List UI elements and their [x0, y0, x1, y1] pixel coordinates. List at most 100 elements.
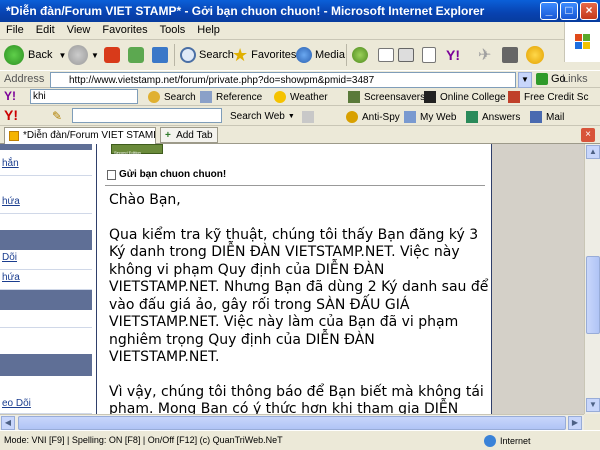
- back-dropdown-icon[interactable]: ▼: [58, 51, 66, 60]
- close-tab-icon[interactable]: ×: [581, 128, 595, 142]
- chevron-down-icon: ▼: [287, 113, 295, 120]
- envelope-icon: [530, 111, 542, 123]
- myweb-button[interactable]: My Web: [404, 111, 457, 123]
- back-arrow-icon: [4, 45, 24, 65]
- forward-dropdown-icon[interactable]: ▼: [91, 51, 99, 60]
- links-button[interactable]: Links: [562, 73, 588, 85]
- yahoo-button[interactable]: Y!: [446, 43, 460, 67]
- address-input[interactable]: [50, 72, 516, 88]
- favorites-button[interactable]: ★ Favorites: [232, 43, 296, 67]
- nav-item-5[interactable]: eo Dõi: [0, 396, 92, 414]
- scroll-right-icon[interactable]: ▶: [568, 416, 582, 430]
- right-margin-panel: [492, 144, 584, 414]
- highlight-button[interactable]: [302, 111, 318, 123]
- mail-icon: [378, 48, 394, 62]
- minimize-button[interactable]: _: [540, 2, 558, 20]
- answers-button[interactable]: Answers: [466, 111, 520, 123]
- menu-edit[interactable]: Edit: [30, 22, 61, 38]
- smiley-button[interactable]: [526, 43, 544, 67]
- web-search-input[interactable]: [72, 108, 222, 123]
- search-star-icon: [148, 91, 160, 103]
- nav-header-bar: [0, 144, 92, 150]
- menu-tools[interactable]: Tools: [154, 22, 192, 38]
- menu-favorites[interactable]: Favorites: [96, 22, 153, 38]
- weather-link[interactable]: Weather: [274, 91, 328, 103]
- window-title: *Diễn đàn/Forum VIET STAMP* - Gởi bạn ch…: [6, 4, 485, 18]
- yahoo-logo[interactable]: Y!: [4, 107, 18, 123]
- zone-label: Internet: [500, 436, 531, 446]
- search-button[interactable]: Search: [180, 43, 234, 67]
- vertical-scrollbar[interactable]: ▲ ▼: [584, 144, 600, 414]
- scroll-up-icon[interactable]: ▲: [586, 145, 600, 159]
- home-icon: [152, 47, 168, 63]
- forward-button[interactable]: ▼: [68, 43, 99, 67]
- toolbar-separator: [346, 44, 347, 66]
- yahoo-menu-icon[interactable]: Y!: [4, 89, 16, 103]
- windows-logo: [564, 22, 600, 62]
- horizontal-scrollbar[interactable]: ◀ ▶: [0, 414, 584, 430]
- research-button[interactable]: [502, 43, 518, 67]
- menu-file[interactable]: File: [0, 22, 30, 38]
- address-dropdown-icon[interactable]: ▼: [518, 72, 532, 88]
- yahoo-toolbar: Y! Search Reference Weather Screensavers…: [0, 88, 600, 106]
- sun-icon: [274, 91, 286, 103]
- menu-bar: File Edit View Favorites Tools Help: [0, 22, 600, 40]
- page-icon: [9, 131, 19, 141]
- screensavers-link[interactable]: Screensavers: [348, 91, 425, 103]
- yahoo-toolbar-2: Y! ✎ Search Web ▼ Anti-Spy My Web Answers…: [0, 106, 600, 126]
- refresh-button[interactable]: [128, 43, 144, 67]
- edit-button[interactable]: [422, 43, 436, 67]
- yahoo-icon: Y!: [446, 47, 460, 63]
- scroll-down-icon[interactable]: ▼: [586, 398, 600, 412]
- media-button[interactable]: Media: [296, 43, 345, 67]
- tab-forum[interactable]: *Diễn đàn/Forum VIET STAMP* ...: [4, 127, 156, 144]
- print-button[interactable]: [398, 43, 414, 67]
- nav-section-bar-2: [0, 290, 92, 310]
- highlight-icon: [302, 111, 314, 123]
- menu-view[interactable]: View: [61, 22, 97, 38]
- tab-bar: *Diễn đàn/Forum VIET STAMP* ... + Add Ta…: [0, 126, 600, 144]
- antispy-icon: [346, 111, 358, 123]
- pencil-icon[interactable]: ✎: [52, 109, 62, 123]
- vertical-scroll-thumb[interactable]: [586, 256, 600, 334]
- message-title-row: Gửi bạn chuon chuon!: [105, 164, 485, 186]
- search-web-button[interactable]: Search Web ▼: [230, 111, 295, 122]
- menu-help[interactable]: Help: [191, 22, 226, 38]
- left-nav: hắn hứa Dõi hứa eo Dõi: [0, 144, 92, 414]
- status-bar: Mode: VNI [F9] | Spelling: ON [F8] | On/…: [0, 430, 600, 450]
- yahoo-search-input[interactable]: [30, 89, 138, 104]
- myweb-icon: [404, 111, 416, 123]
- messenger-button[interactable]: ✈: [478, 43, 491, 67]
- add-tab-button[interactable]: + Add Tab: [160, 127, 218, 143]
- back-label: Back: [28, 49, 53, 61]
- star-icon: ★: [232, 44, 249, 65]
- scroll-corner: [584, 414, 600, 430]
- close-button[interactable]: ×: [580, 2, 598, 20]
- free-credit-link[interactable]: Free Credit Sc: [508, 91, 588, 103]
- online-college-link[interactable]: Online College: [424, 91, 506, 103]
- history-button[interactable]: [352, 43, 368, 67]
- antispy-button[interactable]: Anti-Spy: [346, 111, 400, 123]
- stop-button[interactable]: [104, 43, 120, 67]
- book-icon: [200, 91, 212, 103]
- private-message-box: Second Edition Gửi bạn chuon chuon! Chào…: [96, 144, 492, 414]
- back-button[interactable]: Back ▼: [4, 43, 66, 67]
- research-icon: [502, 47, 518, 63]
- yahoo-search-button[interactable]: Search: [148, 91, 196, 103]
- stop-icon: [104, 47, 120, 63]
- message-body: Chào Bạn, Qua kiểm tra kỹ thuật, chúng t…: [109, 192, 489, 414]
- nav-item-1[interactable]: hắn: [0, 152, 92, 176]
- reference-link[interactable]: Reference: [200, 91, 262, 103]
- document-icon: [107, 170, 116, 180]
- maximize-button[interactable]: □: [560, 2, 578, 20]
- security-zone: Internet: [484, 435, 531, 447]
- scroll-left-icon[interactable]: ◀: [1, 416, 15, 430]
- mail-link[interactable]: Mail: [530, 111, 564, 123]
- nav-item-blank-2[interactable]: [0, 308, 92, 328]
- mail-button[interactable]: [378, 43, 394, 67]
- nav-item-blank[interactable]: [0, 208, 92, 232]
- smiley-icon: [526, 46, 544, 64]
- nav-item-4[interactable]: hứa: [0, 266, 92, 290]
- home-button[interactable]: [152, 43, 168, 67]
- horizontal-scroll-thumb[interactable]: [18, 416, 566, 430]
